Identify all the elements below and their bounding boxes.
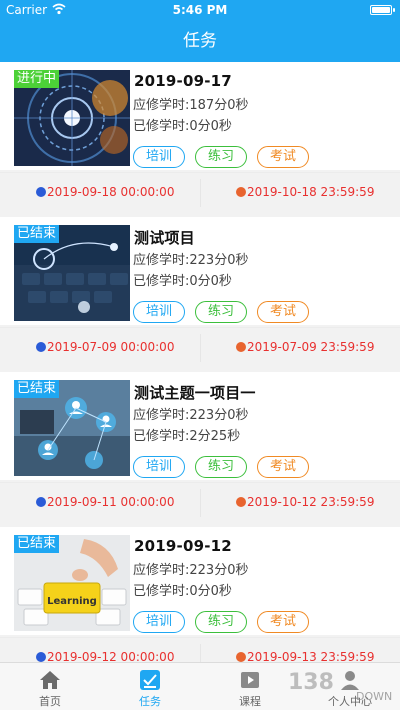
task-card[interactable]: 已结束 测试项目 应修学时:223分0秒 已修学时:0分0秒 培训 练习 考试 … <box>0 217 400 362</box>
exam-button[interactable]: 考试 <box>257 146 309 168</box>
watermark-main: 138 <box>288 670 334 695</box>
start-date: 2019-09-11 00:00:00 <box>36 495 174 509</box>
end-date: 2019-10-18 23:59:59 <box>236 185 374 199</box>
task-title: 2019-09-17 <box>134 72 232 90</box>
end-date: 2019-10-12 23:59:59 <box>236 495 374 509</box>
end-date-text: 2019-09-13 23:59:59 <box>247 650 375 662</box>
end-date-text: 2019-10-12 23:59:59 <box>247 495 375 509</box>
status-badge: 进行中 <box>14 70 60 88</box>
status-badge: 已结束 <box>14 225 60 243</box>
tab-label: 首页 <box>39 695 61 708</box>
task-card[interactable]: Learning 已结束 2019-09-12 应修学时:223分0秒 已修学时… <box>0 527 400 662</box>
status-badge: 已结束 <box>14 535 60 553</box>
task-title: 2019-09-12 <box>134 537 232 555</box>
end-icon <box>236 187 246 197</box>
required-hours: 应修学时:223分0秒 <box>133 253 249 268</box>
training-button[interactable]: 培训 <box>133 611 185 633</box>
start-date-text: 2019-07-09 00:00:00 <box>47 340 175 354</box>
watermark: 138 DOWN <box>258 668 398 710</box>
start-date: 2019-09-12 00:00:00 <box>36 650 174 662</box>
completed-hours: 已修学时:0分0秒 <box>133 274 232 289</box>
task-icon <box>140 670 160 690</box>
divider <box>200 334 201 362</box>
required-hours: 应修学时:187分0秒 <box>133 98 249 113</box>
completed-hours: 已修学时:0分0秒 <box>133 119 232 134</box>
divider <box>200 489 201 517</box>
end-date-text: 2019-07-09 23:59:59 <box>247 340 375 354</box>
start-date: 2019-09-18 00:00:00 <box>36 185 174 199</box>
start-icon <box>36 187 46 197</box>
training-button[interactable]: 培训 <box>133 456 185 478</box>
end-date: 2019-09-13 23:59:59 <box>236 650 374 662</box>
end-date: 2019-07-09 23:59:59 <box>236 340 374 354</box>
required-hours: 应修学时:223分0秒 <box>133 408 249 423</box>
training-button[interactable]: 培训 <box>133 146 185 168</box>
task-card[interactable]: 进行中 2019-09-17 应修学时:187分0秒 已修学时:0分0秒 培训 … <box>0 62 400 207</box>
task-card[interactable]: 已结束 测试主题一项目一 应修学时:223分0秒 已修学时:2分25秒 培训 练… <box>0 372 400 517</box>
required-hours: 应修学时:223分0秒 <box>133 563 249 578</box>
end-date-text: 2019-10-18 23:59:59 <box>247 185 375 199</box>
end-icon <box>236 497 246 507</box>
completed-hours: 已修学时:2分25秒 <box>133 429 241 444</box>
exam-button[interactable]: 考试 <box>257 456 309 478</box>
task-title: 测试项目 <box>134 229 195 247</box>
completed-hours: 已修学时:0分0秒 <box>133 584 232 599</box>
learning-key-label: Learning <box>47 596 97 607</box>
practice-button[interactable]: 练习 <box>195 611 247 633</box>
exam-button[interactable]: 考试 <box>257 301 309 323</box>
nav-bar: 任务 <box>0 20 400 62</box>
end-icon <box>236 652 246 662</box>
task-title: 测试主题一项目一 <box>134 384 256 402</box>
task-thumbnail: 已结束 <box>14 225 130 321</box>
practice-button[interactable]: 练习 <box>195 301 247 323</box>
start-icon <box>36 342 46 352</box>
end-icon <box>236 342 246 352</box>
home-icon <box>40 671 60 689</box>
task-thumbnail: 已结束 <box>14 380 130 476</box>
start-icon <box>36 652 46 662</box>
start-date-text: 2019-09-18 00:00:00 <box>47 185 175 199</box>
practice-button[interactable]: 练习 <box>195 146 247 168</box>
tab-home[interactable]: 首页 <box>0 663 100 710</box>
clock: 5:46 PM <box>172 3 228 17</box>
date-range: 2019-09-18 00:00:00 2019-10-18 23:59:59 <box>0 173 400 213</box>
start-date-text: 2019-09-11 00:00:00 <box>47 495 175 509</box>
start-date-text: 2019-09-12 00:00:00 <box>47 650 175 662</box>
divider <box>200 179 201 207</box>
training-button[interactable]: 培训 <box>133 301 185 323</box>
task-thumbnail: Learning 已结束 <box>14 535 130 631</box>
date-range: 2019-07-09 00:00:00 2019-07-09 23:59:59 <box>0 328 400 368</box>
task-thumbnail: 进行中 <box>14 70 130 166</box>
status-badge: 已结束 <box>14 380 60 398</box>
divider <box>200 644 201 662</box>
start-icon <box>36 497 46 507</box>
page-title: 任务 <box>183 31 217 51</box>
battery-icon <box>370 5 395 15</box>
tab-task[interactable]: 任务 <box>100 663 200 710</box>
watermark-sub: DOWN <box>356 690 393 703</box>
start-date: 2019-07-09 00:00:00 <box>36 340 174 354</box>
tab-label: 任务 <box>139 695 161 708</box>
task-list[interactable]: 进行中 2019-09-17 应修学时:187分0秒 已修学时:0分0秒 培训 … <box>0 62 400 662</box>
exam-button[interactable]: 考试 <box>257 611 309 633</box>
date-range: 2019-09-11 00:00:00 2019-10-12 23:59:59 <box>0 483 400 523</box>
date-range: 2019-09-12 00:00:00 2019-09-13 23:59:59 <box>0 638 400 662</box>
practice-button[interactable]: 练习 <box>195 456 247 478</box>
status-bar: Carrier 5:46 PM <box>0 0 400 20</box>
